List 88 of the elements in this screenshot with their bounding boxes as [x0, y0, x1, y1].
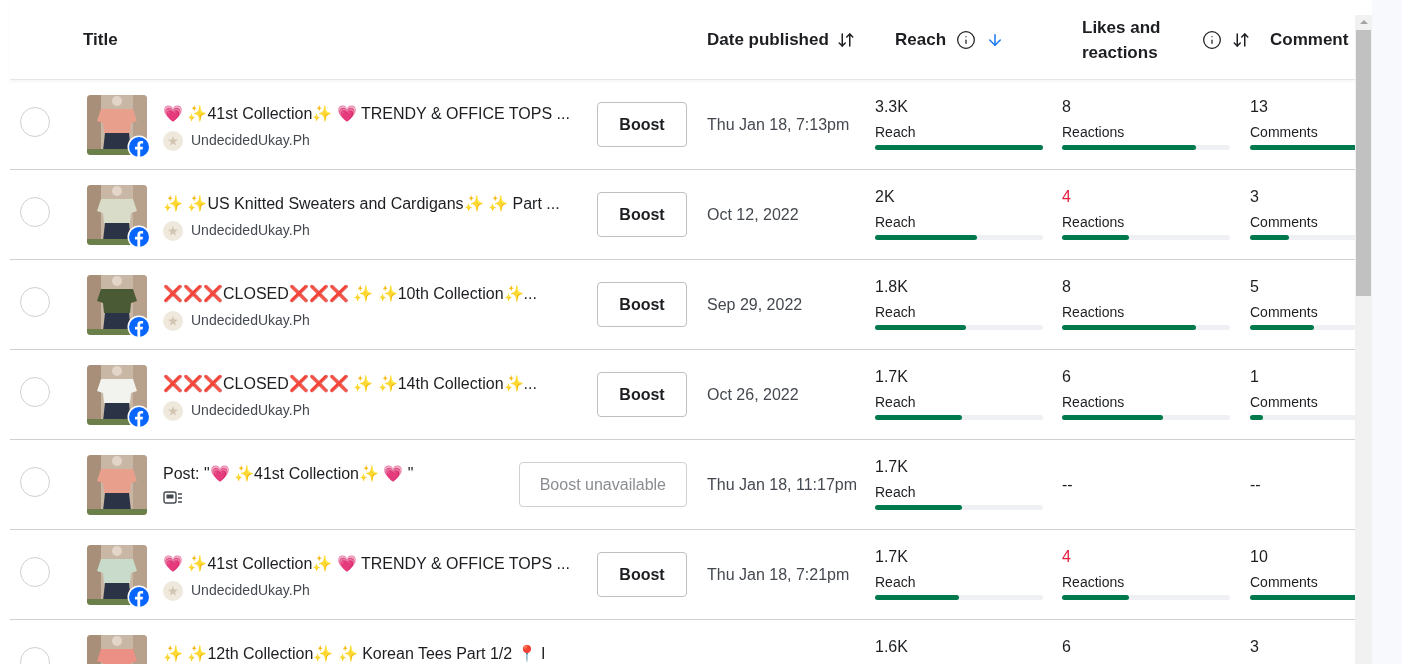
- page-name: UndecidedUkay.Ph: [191, 401, 310, 420]
- post-title[interactable]: ✨ ✨12th Collection✨ ✨ Korean Tees Part 1/2 📍 I: [163, 644, 546, 664]
- page-avatar-icon: [163, 310, 183, 331]
- boost-button[interactable]: Boost: [597, 192, 687, 237]
- post-title[interactable]: Post: "💗 ✨41st Collection✨ 💗 ": [163, 464, 414, 484]
- row-select-radio[interactable]: [20, 556, 50, 587]
- page-avatar-icon: [163, 580, 183, 601]
- metric-value: 5: [1250, 277, 1259, 297]
- scrollbar[interactable]: [1355, 15, 1372, 664]
- metric-value: 10: [1250, 547, 1268, 567]
- metric-label: Reach: [875, 483, 916, 501]
- post-title[interactable]: 💗 ✨41st Collection✨ 💗 TRENDY & OFFICE TOPS ...: [163, 104, 570, 124]
- publish-date: Thu Jan 18, 7:21pm: [707, 565, 850, 583]
- metric-label: Reactions: [1062, 303, 1125, 321]
- metric-label: Reach: [875, 303, 916, 321]
- page-name: UndecidedUkay.Ph: [191, 581, 310, 600]
- metric-value: 1.6K: [875, 637, 908, 657]
- metric-label: Reactions: [1062, 123, 1125, 141]
- facebook-icon: [127, 224, 151, 249]
- page-name: UndecidedUkay.Ph: [191, 311, 310, 330]
- page-name: UndecidedUkay.Ph: [191, 221, 310, 240]
- facebook-icon: [127, 584, 151, 609]
- metric-value: 6: [1062, 637, 1071, 657]
- facebook-icon: [127, 134, 151, 159]
- metric-label: Reach: [875, 213, 916, 231]
- metric-value: 8: [1062, 97, 1071, 117]
- column-header[interactable]: Likes and reactions: [1082, 14, 1182, 65]
- metric-value: 4: [1062, 547, 1071, 567]
- column-header: Title: [83, 28, 118, 51]
- metric-label: Comments: [1250, 393, 1318, 411]
- row-select-radio[interactable]: [20, 466, 50, 497]
- page-avatar-icon: [163, 400, 183, 421]
- boost-button[interactable]: Boost: [597, 372, 687, 417]
- metric-value: 3: [1250, 637, 1259, 657]
- page-name: UndecidedUkay.Ph: [191, 131, 310, 150]
- publish-date: Sep 29, 2022: [707, 295, 803, 313]
- publish-date: Thu Jan 18, 7:13pm: [707, 115, 850, 133]
- metric-label: Reactions: [1062, 393, 1125, 411]
- boost-button[interactable]: Boost: [597, 102, 687, 147]
- post-title[interactable]: ❌❌❌CLOSED❌❌❌ ✨ ✨14th Collection✨...: [163, 374, 537, 394]
- metric-value: 3: [1250, 187, 1259, 207]
- metric-label: Reach: [875, 573, 916, 591]
- empty-value: --: [1062, 474, 1073, 495]
- post-title[interactable]: ❌❌❌CLOSED❌❌❌ ✨ ✨10th Collection✨...: [163, 284, 537, 304]
- info-icon[interactable]: [1202, 29, 1222, 50]
- empty-value: --: [1250, 474, 1261, 495]
- column-header[interactable]: Comment: [1270, 26, 1349, 53]
- metric-label: Reactions: [1062, 573, 1125, 591]
- metric-label: Reach: [875, 393, 916, 411]
- info-icon[interactable]: [956, 29, 977, 50]
- metric-label: Comments: [1250, 573, 1318, 591]
- facebook-icon: [127, 314, 151, 339]
- facebook-icon: [127, 404, 151, 429]
- column-header[interactable]: Date published: [707, 26, 829, 53]
- metric-value: 3.3K: [875, 97, 908, 117]
- page-avatar-icon: [163, 220, 183, 241]
- row-select-radio[interactable]: [20, 376, 50, 407]
- publish-date: Thu Jan 18, 11:17pm: [707, 475, 858, 493]
- column-header[interactable]: Reach: [895, 26, 947, 53]
- page-avatar-icon: [163, 130, 183, 151]
- metric-value: 2K: [875, 187, 895, 207]
- sort-icon[interactable]: [1232, 30, 1250, 49]
- metric-label: Comments: [1250, 213, 1318, 231]
- metric-label: Comments: [1250, 123, 1318, 141]
- sort-icon[interactable]: [836, 30, 855, 49]
- metric-value: 13: [1250, 97, 1268, 117]
- row-select-radio[interactable]: [20, 106, 50, 137]
- metric-label: Comments: [1250, 303, 1318, 321]
- metric-value: 8: [1062, 277, 1071, 297]
- metric-label: Reach: [875, 123, 916, 141]
- metric-label: Reactions: [1062, 213, 1125, 231]
- metric-value: 1.7K: [875, 457, 908, 477]
- scrollbar-thumb[interactable]: [1356, 30, 1371, 296]
- metric-value: 1.7K: [875, 547, 908, 567]
- metric-value: 1.7K: [875, 367, 908, 387]
- metric-value: 1: [1250, 367, 1259, 387]
- row-select-radio[interactable]: [20, 286, 50, 317]
- video-list-icon: [163, 490, 183, 506]
- boost-button[interactable]: Boost: [597, 282, 687, 327]
- boost-button[interactable]: Boost: [597, 552, 687, 597]
- metric-value: 1.8K: [875, 277, 908, 297]
- metric-value: 6: [1062, 367, 1071, 387]
- post-title[interactable]: ✨ ✨US Knitted Sweaters and Cardigans✨ ✨ Part ...: [163, 194, 560, 214]
- publish-date: Oct 26, 2022: [707, 385, 799, 403]
- post-title[interactable]: 💗 ✨41st Collection✨ 💗 TRENDY & OFFICE TOPS ...: [163, 554, 570, 574]
- metric-value: 4: [1062, 187, 1071, 207]
- publish-date: Oct 12, 2022: [707, 205, 799, 223]
- row-select-radio[interactable]: [20, 196, 50, 227]
